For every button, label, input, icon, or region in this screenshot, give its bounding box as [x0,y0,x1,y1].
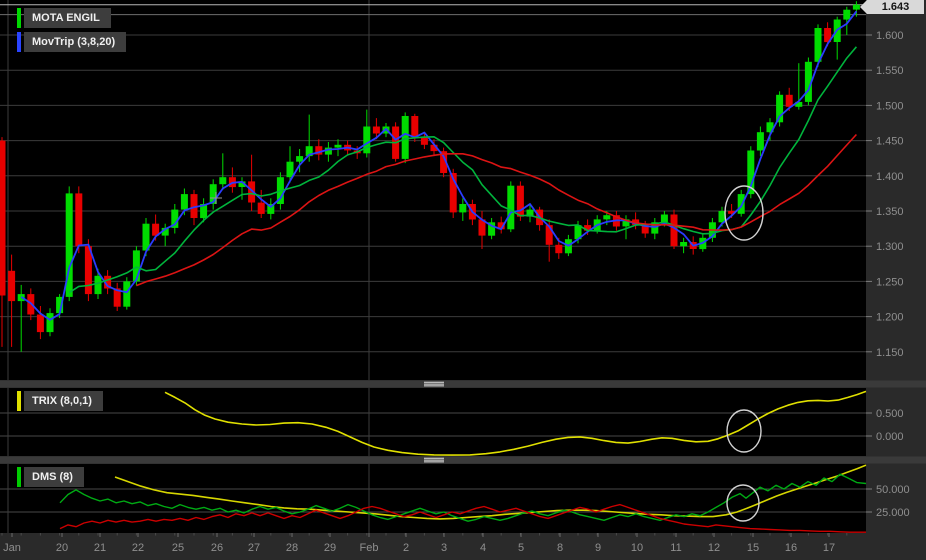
svg-text:Feb: Feb [360,542,379,554]
movtrip-label: MovTrip (3,8,20) [24,32,127,52]
svg-text:27: 27 [248,542,260,554]
dms-color-bar-icon [17,467,21,487]
svg-text:8: 8 [557,542,563,554]
svg-text:17: 17 [823,542,835,554]
trix-color-bar-icon [17,391,21,411]
svg-text:26: 26 [211,542,223,554]
svg-text:1.450: 1.450 [876,136,904,148]
svg-text:21: 21 [94,542,106,554]
trix-legend-chip[interactable]: TRIX (8,0,1) [17,391,103,411]
dms-pane[interactable] [0,464,866,533]
svg-text:25: 25 [172,542,184,554]
svg-text:9: 9 [595,542,601,554]
svg-text:1.500: 1.500 [876,100,904,112]
symbol-color-bar-icon [17,8,21,28]
last-price-tag: 1.643 [860,0,924,14]
movtrip-legend-chip[interactable]: MovTrip (3,8,20) [17,32,127,52]
svg-text:1.600: 1.600 [876,30,904,42]
svg-text:1.200: 1.200 [876,312,904,324]
pane-splitter[interactable] [0,456,926,464]
svg-text:0.000: 0.000 [876,431,904,443]
svg-text:12: 12 [708,542,720,554]
svg-text:5: 5 [518,542,524,554]
svg-text:25.000: 25.000 [876,507,910,519]
dms-label: DMS (8) [24,467,84,487]
chart-canvas[interactable]: 1.600 1.550 1.500 1.450 1.400 1.350 1.300 1.250… [0,0,926,560]
svg-text:1.400: 1.400 [876,171,904,183]
main-pane[interactable] [0,0,866,380]
svg-text:15: 15 [747,542,759,554]
trix-pane[interactable] [0,388,866,456]
pane-splitter[interactable] [0,380,926,388]
svg-text:28: 28 [286,542,298,554]
symbol-label: MOTA ENGIL [24,8,111,28]
movtrip-color-bar-icon [17,32,21,52]
svg-text:1.150: 1.150 [876,347,904,359]
price-axis-strip [866,0,926,533]
symbol-legend-chip[interactable]: MOTA ENGIL [17,8,111,28]
svg-text:16: 16 [785,542,797,554]
svg-text:22: 22 [132,542,144,554]
svg-text:3: 3 [441,542,447,554]
svg-text:10: 10 [631,542,643,554]
svg-text:0.500: 0.500 [876,408,904,420]
svg-text:1.300: 1.300 [876,241,904,253]
svg-text:1.350: 1.350 [876,206,904,218]
svg-text:1.550: 1.550 [876,65,904,77]
svg-text:Jan: Jan [3,542,21,554]
svg-text:20: 20 [56,542,68,554]
svg-text:29: 29 [324,542,336,554]
svg-text:4: 4 [480,542,486,554]
svg-text:50.000: 50.000 [876,484,910,496]
trix-label: TRIX (8,0,1) [24,391,103,411]
svg-text:1.250: 1.250 [876,276,904,288]
trading-chart-window: 1.600 1.550 1.500 1.450 1.400 1.350 1.300 1.250… [0,0,926,560]
svg-text:11: 11 [670,542,681,554]
dms-legend-chip[interactable]: DMS (8) [17,467,84,487]
svg-text:2: 2 [403,542,409,554]
